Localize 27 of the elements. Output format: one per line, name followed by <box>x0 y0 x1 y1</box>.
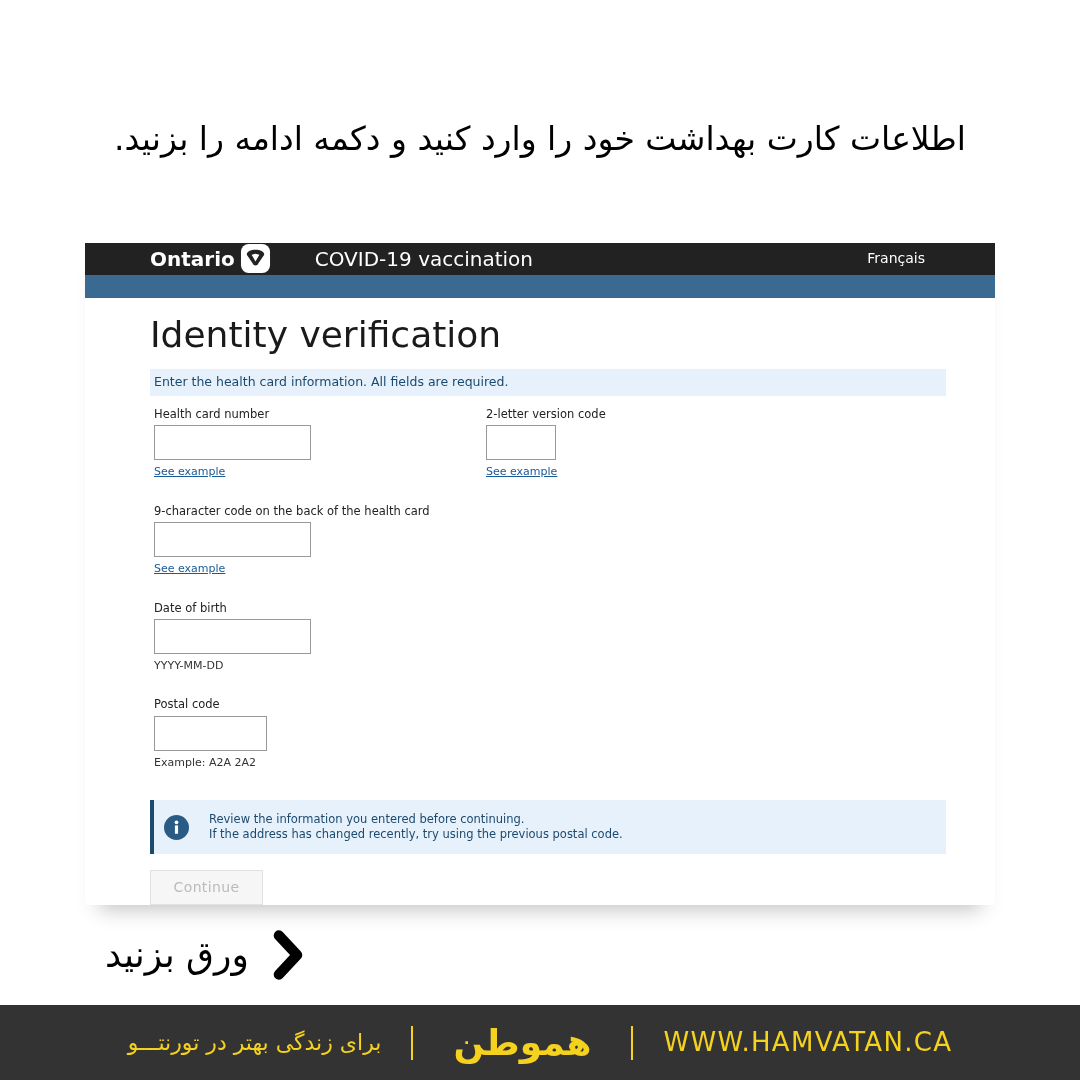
format-hint: YYYY-MM-DD <box>154 657 224 674</box>
info-icon <box>164 814 189 840</box>
website-address: WWW.HAMVATAN.CA <box>663 1026 953 1059</box>
field-label: Health card number <box>154 406 271 423</box>
input-field[interactable] <box>154 522 311 557</box>
see-example-link[interactable]: See example <box>154 561 226 578</box>
headline: اطلاعات کارت بهداشت خود را وارد کنید و دکمه ادامه را بزنید. <box>114 118 966 160</box>
input-field[interactable] <box>154 425 311 461</box>
footer-tagline: برای زندگی بهتر در تورنتـــو <box>127 1029 382 1057</box>
see-example-link[interactable]: See example <box>154 464 226 481</box>
format-hint: Example: A2A 2A2 <box>154 754 256 771</box>
field-label: Date of birth <box>154 599 228 617</box>
language-link[interactable]: Français <box>867 248 925 270</box>
input-field[interactable] <box>154 715 267 751</box>
field-label: 9-character code on the back of the health card <box>154 502 431 520</box>
field-label: 2-letter version code <box>486 406 607 423</box>
instructions-banner: Enter the health card information. All fields are required. <box>150 369 946 396</box>
notice-text: Review the information you entered before continuing. If the address has changed recently, try using the previous postal code. <box>209 812 623 842</box>
field-label: Postal code <box>154 696 221 714</box>
input-field[interactable] <box>486 425 556 461</box>
see-example-link[interactable]: See example <box>486 464 558 481</box>
brand-name: Ontario <box>150 246 235 273</box>
site-title: COVID-19 vaccination <box>314 246 533 273</box>
page-title: Identity verification <box>150 313 503 358</box>
input-field[interactable] <box>154 618 311 654</box>
brand-logo: هموطن <box>453 1020 592 1066</box>
swipe-hint: ورق بزنید <box>105 933 249 978</box>
